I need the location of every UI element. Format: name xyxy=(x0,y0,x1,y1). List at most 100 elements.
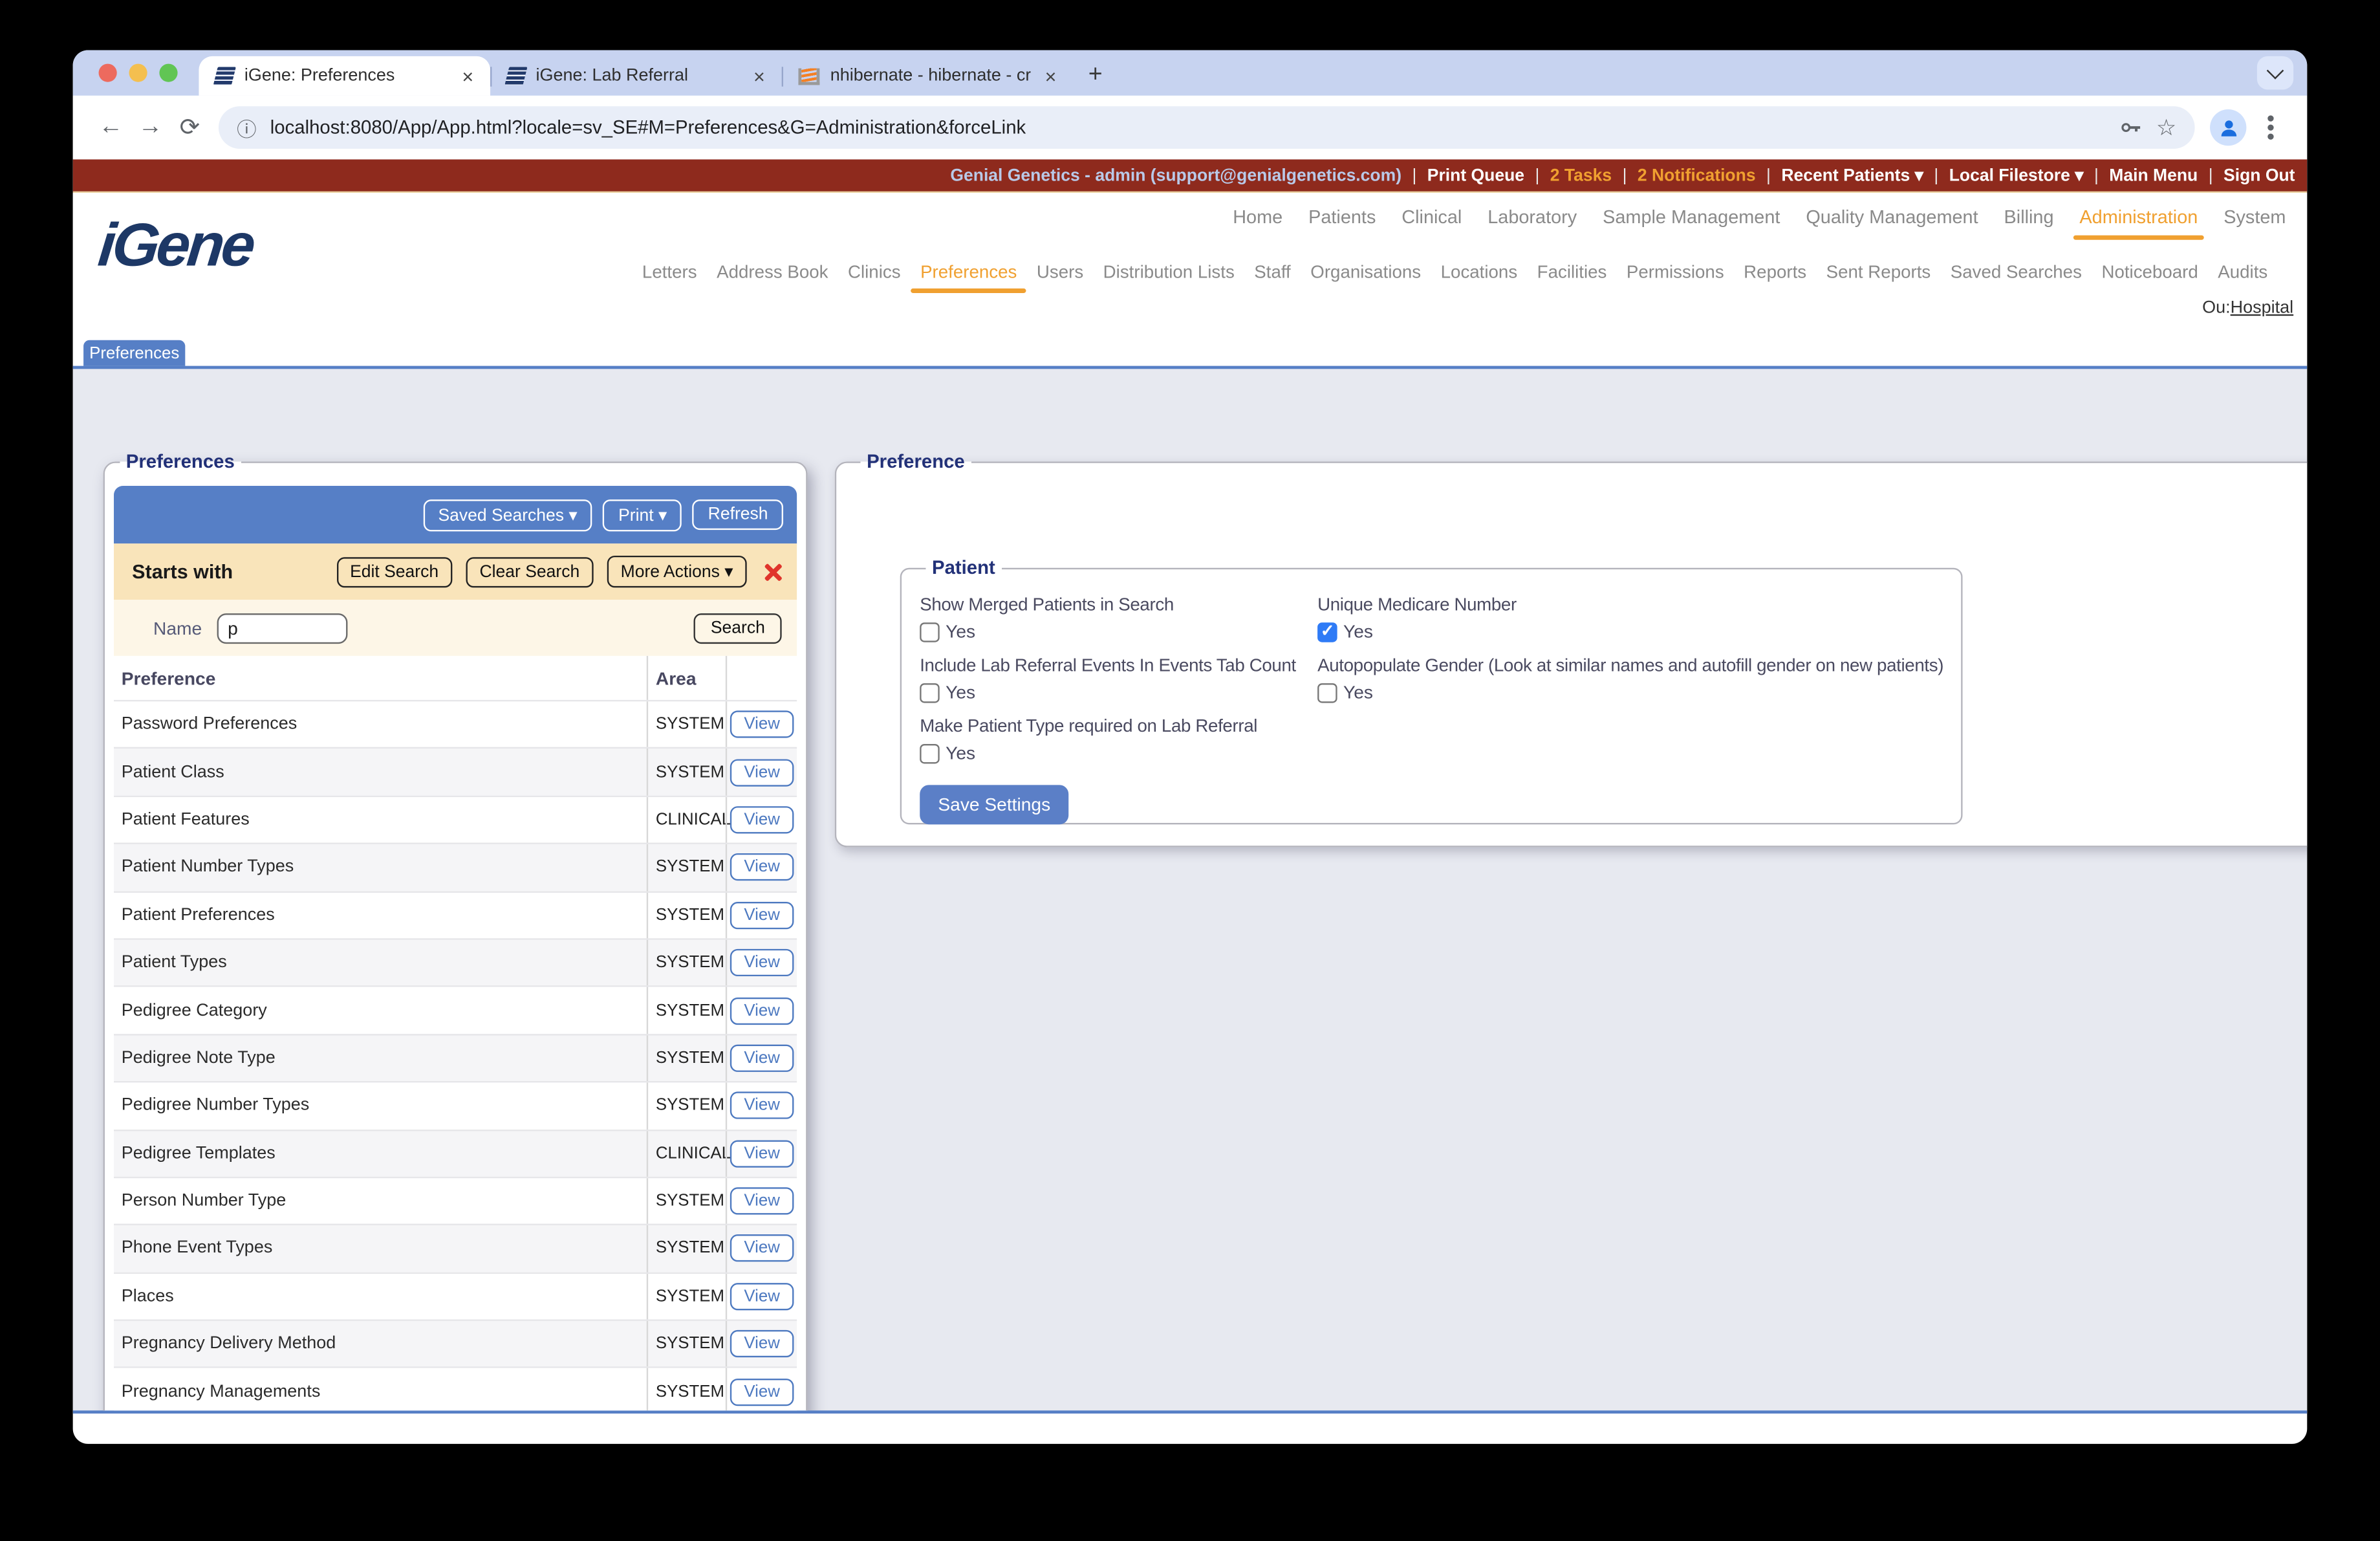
close-icon[interactable]: × xyxy=(1042,65,1059,87)
view-button[interactable]: View xyxy=(730,949,794,977)
yes-label: Yes xyxy=(946,620,976,642)
saved-searches-button[interactable]: Saved Searches ▾ xyxy=(423,498,593,531)
sub-nav-item[interactable]: Preferences xyxy=(911,261,1026,293)
view-button[interactable]: View xyxy=(730,901,794,929)
main-nav-item[interactable]: Home xyxy=(1233,206,1282,228)
tab-search-button[interactable] xyxy=(2256,56,2294,90)
sub-nav-item[interactable]: Address Book xyxy=(717,261,828,283)
yes-checkbox[interactable] xyxy=(1317,620,1337,642)
view-button[interactable]: View xyxy=(730,996,794,1025)
admin-top-bar: Genial Genetics - admin (support@genialg… xyxy=(72,159,2308,193)
browser-tab[interactable]: nhibernate - hibernate - creat × xyxy=(781,56,1074,96)
main-nav-item[interactable]: Laboratory xyxy=(1488,206,1577,228)
main-nav-item[interactable]: System xyxy=(2223,206,2286,228)
yes-checkbox[interactable] xyxy=(1317,682,1337,703)
sub-nav-item[interactable]: Facilities xyxy=(1537,261,1607,283)
top-bar-link[interactable]: Main Menu xyxy=(2109,166,2198,184)
preferences-page-tab[interactable]: Preferences xyxy=(83,340,186,366)
view-button[interactable]: View xyxy=(730,1378,794,1406)
top-bar-link[interactable]: Print Queue xyxy=(1427,166,1524,184)
edit-search-button[interactable]: Edit Search xyxy=(336,556,453,587)
clear-search-button[interactable]: Clear Search xyxy=(466,556,594,587)
browser-tab[interactable]: iGene: Preferences × xyxy=(199,56,491,96)
browser-menu-kebab-icon[interactable] xyxy=(2267,115,2274,140)
main-nav-item[interactable]: Administration xyxy=(2073,206,2204,240)
top-bar-link[interactable]: Sign Out xyxy=(2223,166,2295,184)
forward-button[interactable]: → xyxy=(131,114,170,141)
reload-button[interactable]: ⟳ xyxy=(170,113,210,143)
preference-area: SYSTEM xyxy=(646,844,726,891)
main-nav-item[interactable]: Sample Management xyxy=(1603,206,1780,228)
yes-checkbox[interactable] xyxy=(920,682,940,703)
preference-name: Pedigree Category xyxy=(121,1001,267,1020)
sub-nav-item[interactable]: Audits xyxy=(2218,261,2267,283)
sub-nav-item[interactable]: Noticeboard xyxy=(2101,261,2198,283)
table-row: Places SYSTEM View xyxy=(114,1271,797,1320)
view-button[interactable]: View xyxy=(730,806,794,834)
close-search-x-icon[interactable] xyxy=(763,563,781,581)
main-nav-item[interactable]: Quality Management xyxy=(1806,206,1978,228)
view-button[interactable]: View xyxy=(730,853,794,882)
preference-area: SYSTEM xyxy=(646,701,726,748)
maximize-window-icon[interactable] xyxy=(159,63,178,82)
person-icon xyxy=(2220,120,2236,136)
close-icon[interactable]: × xyxy=(459,65,477,87)
profile-avatar[interactable] xyxy=(2210,109,2247,146)
view-button[interactable]: View xyxy=(730,710,794,739)
sub-nav-item[interactable]: Reports xyxy=(1744,261,1806,283)
main-nav-item[interactable]: Clinical xyxy=(1401,206,1462,228)
main-nav-item[interactable]: Patients xyxy=(1308,206,1376,228)
view-button[interactable]: View xyxy=(730,1044,794,1072)
top-bar-link[interactable]: 2 Notifications xyxy=(1638,166,1756,184)
view-button[interactable]: View xyxy=(730,1092,794,1120)
url-bar[interactable]: ⓘ localhost:8080/App/App.html?locale=sv_… xyxy=(218,106,2195,149)
view-button[interactable]: View xyxy=(730,1187,794,1215)
main-nav-item[interactable]: Billing xyxy=(2004,206,2054,228)
close-icon[interactable]: × xyxy=(750,65,768,87)
view-button[interactable]: View xyxy=(730,1235,794,1263)
sub-nav-item[interactable]: Distribution Lists xyxy=(1103,261,1235,283)
more-actions-button[interactable]: More Actions ▾ xyxy=(607,555,747,588)
print-button[interactable]: Print ▾ xyxy=(603,498,682,531)
view-button[interactable]: View xyxy=(730,758,794,786)
view-button[interactable]: View xyxy=(730,1330,794,1358)
name-input[interactable] xyxy=(217,612,348,643)
preference-area: SYSTEM xyxy=(646,987,726,1034)
sub-nav-item[interactable]: Sent Reports xyxy=(1826,261,1931,283)
view-button[interactable]: View xyxy=(730,1139,794,1168)
browser-window: iGene: Preferences × iGene: Lab Referral… xyxy=(72,50,2308,1444)
top-bar-link[interactable]: 2 Tasks xyxy=(1550,166,1612,184)
back-button[interactable]: ← xyxy=(91,114,131,141)
minimize-window-icon[interactable] xyxy=(129,63,147,82)
sub-nav-item[interactable]: Permissions xyxy=(1627,261,1724,283)
yes-checkbox[interactable] xyxy=(920,622,940,642)
sub-nav-item[interactable]: Organisations xyxy=(1310,261,1421,283)
refresh-button[interactable]: Refresh xyxy=(693,499,784,530)
sub-nav-item[interactable]: Letters xyxy=(642,261,697,283)
preference-area: CLINICAL xyxy=(646,796,731,843)
yes-checkbox[interactable] xyxy=(920,743,940,763)
sub-nav-item[interactable]: Clinics xyxy=(848,261,901,283)
setting-label: Unique Medicare Number xyxy=(1317,593,1517,615)
top-bar-link[interactable]: Local Filestore ▾ xyxy=(1949,166,2084,185)
setting-item: Unique Medicare Number Yes xyxy=(1317,594,1943,642)
patient-group-legend: Patient xyxy=(931,557,995,579)
browser-tab[interactable]: iGene: Lab Referral × xyxy=(490,56,782,96)
table-row: Pedigree Note Type SYSTEM View xyxy=(114,1033,797,1082)
ou-hospital-link[interactable]: Hospital xyxy=(2231,299,2294,317)
view-button[interactable]: View xyxy=(730,1282,794,1311)
close-window-icon[interactable] xyxy=(98,63,117,82)
search-button[interactable]: Search xyxy=(694,612,782,643)
save-settings-button[interactable]: Save Settings xyxy=(920,785,1069,825)
bookmark-star-icon[interactable]: ☆ xyxy=(2156,114,2177,141)
sub-nav-item[interactable]: Saved Searches xyxy=(1951,261,2082,283)
tab-title: nhibernate - hibernate - creat xyxy=(830,67,1032,85)
sub-nav-item[interactable]: Staff xyxy=(1254,261,1290,283)
new-tab-button[interactable]: + xyxy=(1073,56,1118,96)
top-bar-link[interactable]: Recent Patients ▾ xyxy=(1781,166,1923,185)
sub-nav-item[interactable]: Locations xyxy=(1441,261,1518,283)
sub-nav-item[interactable]: Users xyxy=(1037,261,1083,283)
setting-label: Make Patient Type required on Lab Referr… xyxy=(920,715,1258,737)
site-info-icon[interactable]: ⓘ xyxy=(237,113,257,142)
password-key-icon[interactable] xyxy=(2118,115,2143,140)
